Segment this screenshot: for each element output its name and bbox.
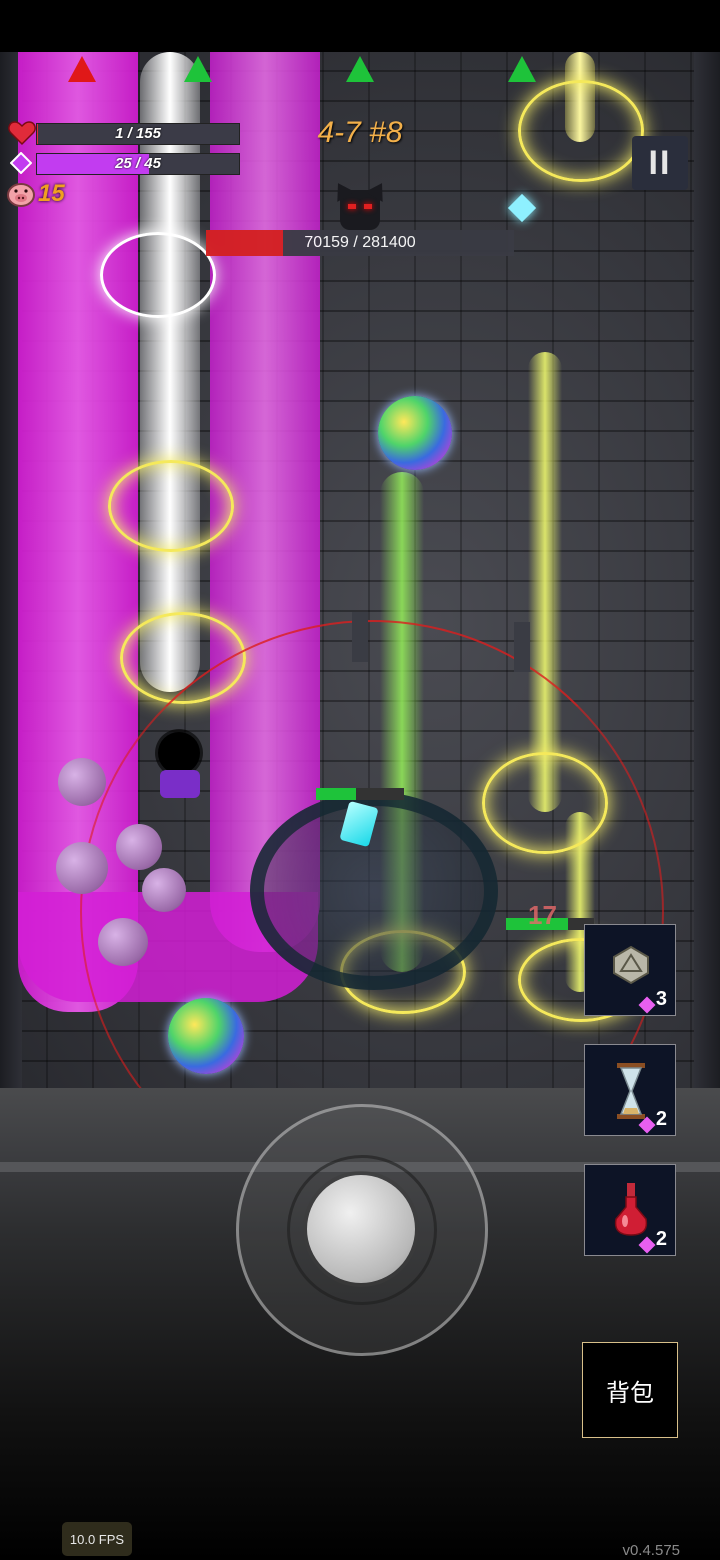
- dice-skill-slot[interactable]: 3: [584, 924, 676, 1016]
- hp-bar: 1 / 155: [36, 123, 240, 145]
- skill-count: 2: [655, 1108, 667, 1130]
- heart-icon: [8, 120, 36, 146]
- purple-orb: [58, 758, 106, 806]
- magic-circle: [100, 232, 216, 318]
- pause-button[interactable]: II: [632, 136, 688, 190]
- skill-count: 2: [655, 1228, 667, 1250]
- ice-crystal: [507, 193, 537, 223]
- rainbow-orb: [168, 998, 244, 1074]
- mana-text: 25 / 45: [115, 155, 161, 172]
- fps-text: 10.0 FPS: [69, 1531, 125, 1547]
- hourglass-skill-slot[interactable]: 2: [584, 1044, 676, 1136]
- backpack-label: 背包: [606, 1378, 654, 1407]
- magic-circle: [518, 80, 644, 182]
- potion-skill-slot[interactable]: 2: [584, 1164, 676, 1256]
- boss-demon: [329, 178, 391, 234]
- boss-health-text: 70159 / 281400: [304, 234, 416, 251]
- coin-count: 15: [38, 180, 65, 207]
- dungeon-wall-right: [694, 52, 720, 1092]
- enemy-indicator-green: [184, 56, 212, 82]
- mana-gem-icon: [638, 996, 656, 1014]
- hp-text: 1 / 155: [115, 125, 161, 142]
- enemy-indicator-red: [68, 56, 96, 82]
- enemy-health-bar: [316, 788, 404, 800]
- joystick-knob[interactable]: [307, 1175, 415, 1283]
- torch-pillar: [514, 622, 530, 672]
- d20-icon: [611, 945, 651, 990]
- pause-icon: II: [648, 143, 672, 182]
- skill-count: 3: [655, 988, 667, 1010]
- boss-health-bar: 70159 / 281400: [206, 230, 514, 256]
- purple-orb: [116, 824, 162, 870]
- purple-orb: [142, 868, 186, 912]
- white-light-beam: [140, 52, 200, 692]
- mana-bar: 25 / 45: [36, 153, 240, 175]
- version-label: v0.4.575: [622, 1542, 680, 1559]
- enemy-indicator-green: [508, 56, 536, 82]
- player-character: [158, 732, 200, 774]
- fps-counter: 10.0 FPS: [62, 1522, 132, 1556]
- virtual-joystick[interactable]: [236, 1104, 488, 1356]
- player-robe: [160, 770, 200, 798]
- magic-circle: [108, 460, 234, 552]
- red-potion-icon: [613, 1183, 649, 1242]
- purple-orb: [56, 842, 108, 894]
- mana-gem-icon: [9, 151, 33, 175]
- pig-coin-icon: [6, 180, 36, 208]
- backpack-button[interactable]: 背包: [582, 1342, 678, 1438]
- purple-orb: [98, 918, 148, 966]
- hourglass-icon: [615, 1063, 647, 1124]
- torch-pillar: [352, 612, 368, 662]
- floating-damage-number: 17: [528, 900, 557, 930]
- stage-label: 4-7 #8: [317, 116, 403, 149]
- rainbow-orb: [378, 396, 452, 470]
- enemy-indicator-green: [346, 56, 374, 82]
